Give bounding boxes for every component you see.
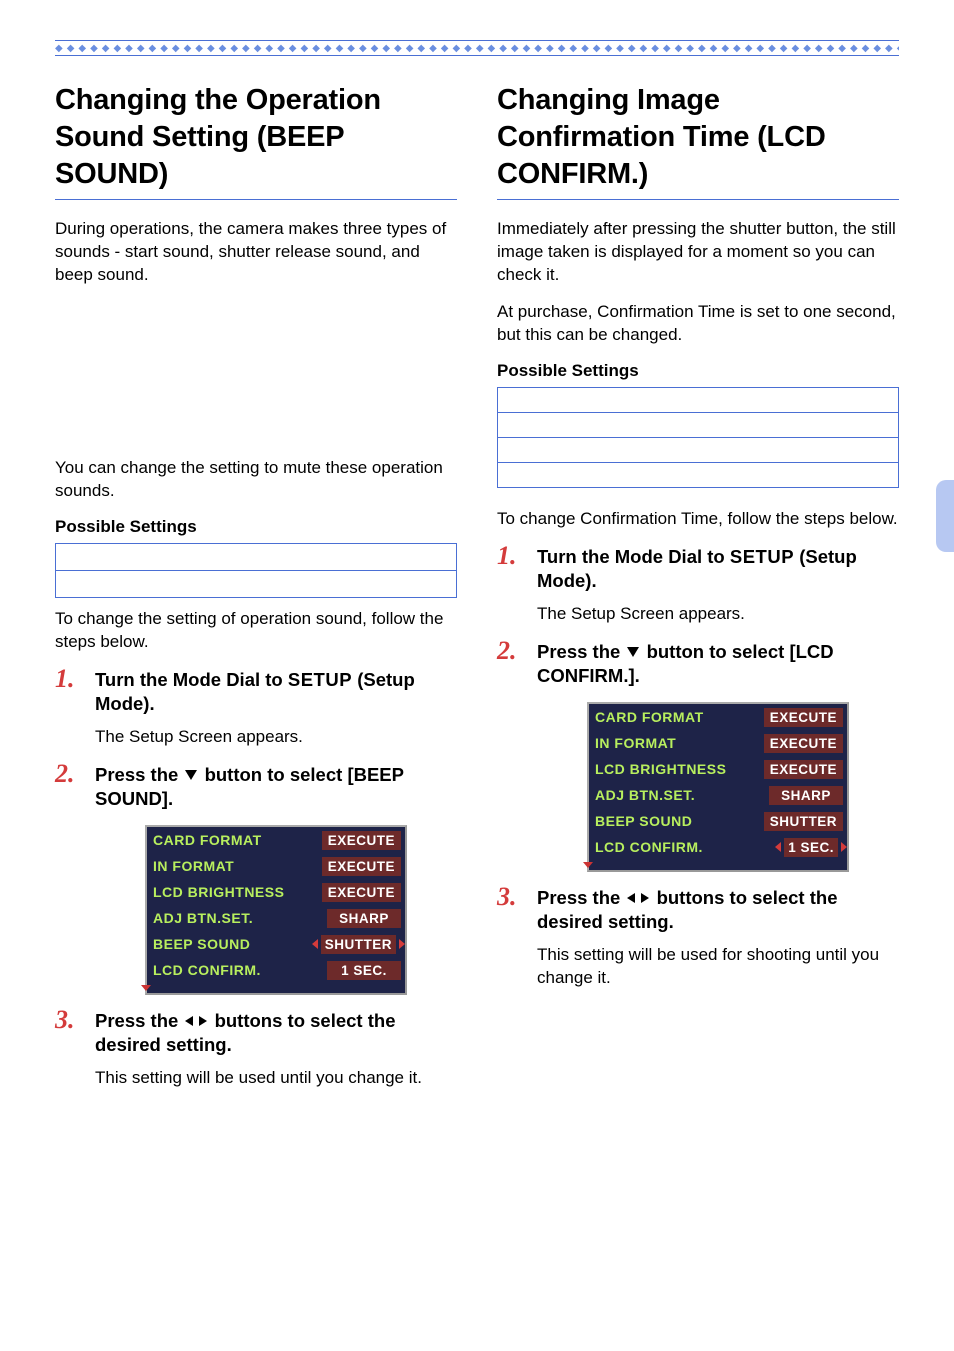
down-arrow-icon	[183, 768, 199, 782]
lcd-row: BEEP SOUNDSHUTTER	[589, 808, 847, 834]
lcd-row: BEEP SOUND SHUTTER	[147, 931, 405, 957]
lcd-row: ADJ BTN.SET.SHARP	[147, 905, 405, 931]
step-1-right: Turn the Mode Dial to SETUP (Setup Mode)…	[497, 545, 899, 626]
lcd-row-label: ADJ BTN.SET.	[153, 910, 327, 926]
step-main: Press the button to select [LCD CONFIRM.…	[537, 640, 899, 688]
lcd-row-value: EXECUTE	[322, 831, 401, 850]
lcd-row-label: IN FORMAT	[153, 858, 322, 874]
lcd-row-label: IN FORMAT	[595, 735, 764, 751]
lcd-row-label: LCD BRIGHTNESS	[595, 761, 764, 777]
step-text: Turn the Mode Dial to	[95, 669, 288, 690]
lcd-row-label: LCD BRIGHTNESS	[153, 884, 322, 900]
follow-steps-text: To change the setting of operation sound…	[55, 608, 457, 654]
intro-text-2: At purchase, Confirmation Time is set to…	[497, 301, 899, 347]
step-text: Turn the Mode Dial to	[537, 546, 730, 567]
step-sub: This setting will be used until you chan…	[95, 1067, 457, 1090]
lcd-row: IN FORMATEXECUTE	[147, 853, 405, 879]
left-arrow-icon	[312, 939, 318, 949]
setup-word: SETUP	[730, 546, 794, 567]
step-main: Turn the Mode Dial to SETUP (Setup Mode)…	[537, 545, 899, 593]
diamond-pattern: ◆◆◆◆◆◆◆◆◆◆◆◆◆◆◆◆◆◆◆◆◆◆◆◆◆◆◆◆◆◆◆◆◆◆◆◆◆◆◆◆…	[55, 43, 899, 54]
step-1-left: Turn the Mode Dial to SETUP (Setup Mode)…	[55, 668, 457, 749]
lcd-row-value: 1 SEC.	[327, 961, 401, 980]
steps-list-left: Turn the Mode Dial to SETUP (Setup Mode)…	[55, 668, 457, 1090]
intro-text: During operations, the camera makes thre…	[55, 218, 457, 287]
lcd-row-value: SHARP	[769, 786, 843, 805]
section-title-lcdconfirm: Changing Image Confirmation Time (LCD CO…	[497, 82, 899, 193]
step-text: Press the	[537, 887, 625, 908]
lcd-row-value: 1 SEC.	[784, 838, 838, 857]
lcd-row: CARD FORMATEXECUTE	[589, 704, 847, 730]
step-3-right: Press the buttons to select the desired …	[497, 886, 899, 990]
step-sub: This setting will be used for shooting u…	[537, 944, 899, 990]
setup-word: SETUP	[288, 669, 352, 690]
step-text: Press the	[537, 641, 625, 662]
possible-settings-label: Possible Settings	[497, 361, 899, 381]
right-column: Changing Image Confirmation Time (LCD CO…	[497, 82, 899, 1104]
lcd-selected-value: 1 SEC.	[775, 838, 847, 857]
lcd-row: ADJ BTN.SET.SHARP	[589, 782, 847, 808]
lcd-row-label: CARD FORMAT	[153, 832, 322, 848]
mute-note: You can change the setting to mute these…	[55, 457, 457, 503]
left-right-arrow-icon	[183, 1010, 209, 1031]
lcd-row-value: EXECUTE	[764, 708, 843, 727]
lcd-row: CARD FORMATEXECUTE	[147, 827, 405, 853]
lcd-row: LCD CONFIRM.1 SEC.	[147, 957, 405, 983]
lcd-selected-value: SHUTTER	[312, 935, 405, 954]
page-thumb-tab	[936, 480, 954, 552]
step-2-right: Press the button to select [LCD CONFIRM.…	[497, 640, 899, 872]
possible-settings-label: Possible Settings	[55, 517, 457, 537]
lcd-row: LCD BRIGHTNESSEXECUTE	[147, 879, 405, 905]
lcd-menu-left: CARD FORMATEXECUTEIN FORMATEXECUTELCD BR…	[145, 825, 407, 995]
decorative-divider-top: ◆◆◆◆◆◆◆◆◆◆◆◆◆◆◆◆◆◆◆◆◆◆◆◆◆◆◆◆◆◆◆◆◆◆◆◆◆◆◆◆…	[55, 40, 899, 56]
lcd-row-value: EXECUTE	[322, 857, 401, 876]
step-text: Press the	[95, 764, 183, 785]
intro-text-1: Immediately after pressing the shutter b…	[497, 218, 899, 287]
step-3-left: Press the buttons to select the desired …	[55, 1009, 457, 1090]
left-arrow-icon	[775, 842, 781, 852]
right-arrow-icon	[399, 939, 405, 949]
step-2-left: Press the button to select [BEEP SOUND].…	[55, 763, 457, 995]
lcd-row-value: EXECUTE	[764, 734, 843, 753]
lcd-row: LCD CONFIRM. 1 SEC.	[589, 834, 847, 860]
step-main: Press the button to select [BEEP SOUND].	[95, 763, 457, 811]
step-main: Press the buttons to select the desired …	[95, 1009, 457, 1057]
lcd-row: IN FORMATEXECUTE	[589, 730, 847, 756]
lcd-row-label: BEEP SOUND	[595, 813, 764, 829]
lcd-row-value: SHUTTER	[321, 935, 396, 954]
follow-steps-text: To change Confirmation Time, follow the …	[497, 508, 899, 531]
lcd-menu-right: CARD FORMATEXECUTEIN FORMATEXECUTELCD BR…	[587, 702, 849, 872]
step-sub: The Setup Screen appears.	[95, 726, 457, 749]
lcd-row-label: ADJ BTN.SET.	[595, 787, 769, 803]
lcd-row-label: LCD CONFIRM.	[595, 839, 775, 855]
step-main: Turn the Mode Dial to SETUP (Setup Mode)…	[95, 668, 457, 716]
step-main: Press the buttons to select the desired …	[537, 886, 899, 934]
lcd-row-value: EXECUTE	[764, 760, 843, 779]
steps-list-right: Turn the Mode Dial to SETUP (Setup Mode)…	[497, 545, 899, 990]
lcd-row-value: SHARP	[327, 909, 401, 928]
title-rule	[55, 199, 457, 200]
step-text: Press the	[95, 1010, 183, 1031]
lcd-row-label: BEEP SOUND	[153, 936, 312, 952]
possible-settings-box-right	[497, 387, 899, 488]
left-column: Changing the Operation Sound Setting (BE…	[55, 82, 457, 1104]
possible-settings-box-left	[55, 543, 457, 598]
down-arrow-icon	[625, 645, 641, 659]
lcd-row-label: LCD CONFIRM.	[153, 962, 327, 978]
lcd-row-value: SHUTTER	[764, 812, 843, 831]
step-sub: The Setup Screen appears.	[537, 603, 899, 626]
lcd-row-value: EXECUTE	[322, 883, 401, 902]
section-title-beep: Changing the Operation Sound Setting (BE…	[55, 82, 457, 193]
title-rule	[497, 199, 899, 200]
left-right-arrow-icon	[625, 887, 651, 908]
right-arrow-icon	[841, 842, 847, 852]
lcd-row: LCD BRIGHTNESSEXECUTE	[589, 756, 847, 782]
lcd-row-label: CARD FORMAT	[595, 709, 764, 725]
